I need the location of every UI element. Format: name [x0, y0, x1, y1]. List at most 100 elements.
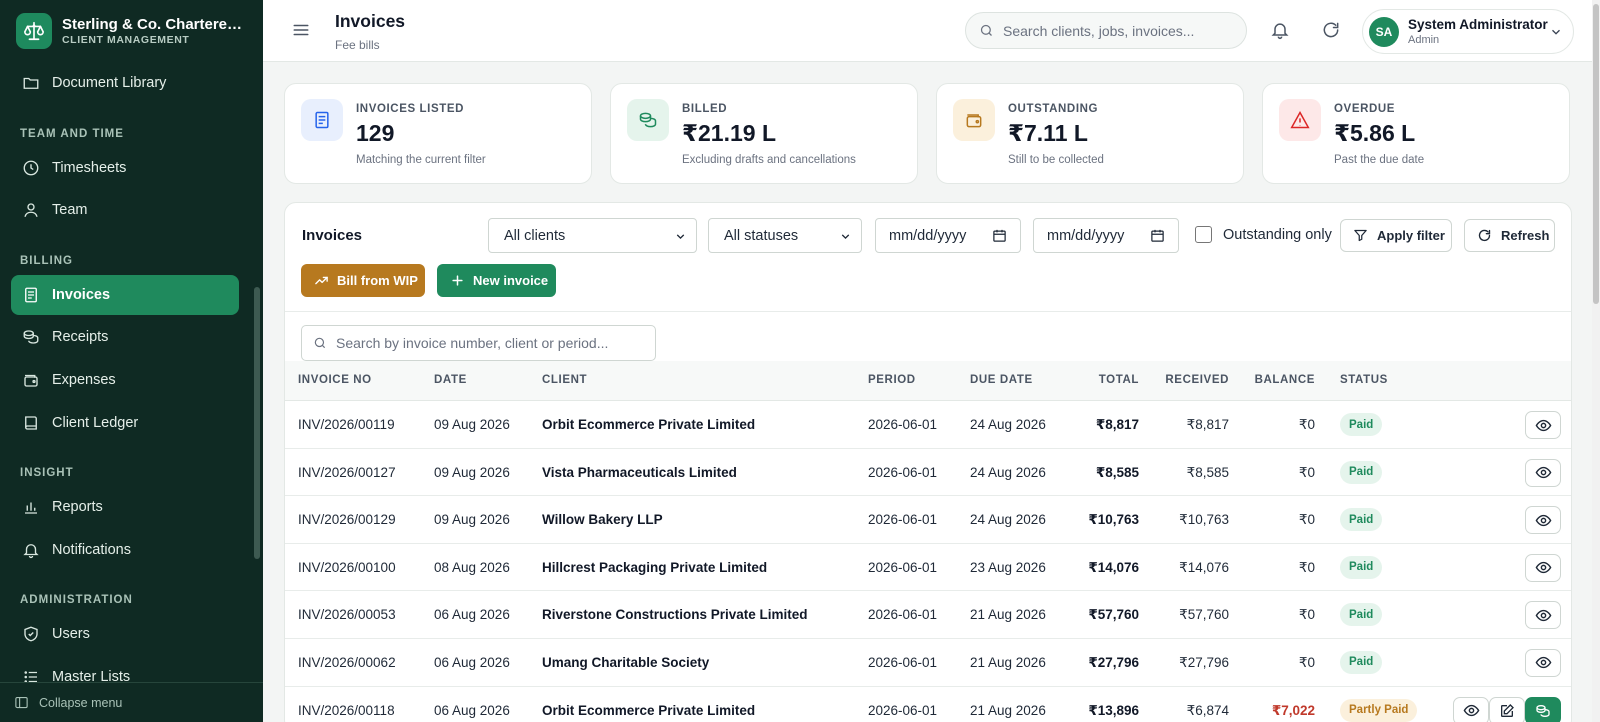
sidebar-item-reports[interactable]: Reports — [11, 487, 239, 527]
cell-due-date: 24 Aug 2026 — [970, 417, 1046, 432]
invoices-panel: Invoices All clients All statuses mm/dd/… — [284, 202, 1572, 722]
table-search-input[interactable] — [336, 335, 646, 351]
cell-invoice-no[interactable]: INV/2026/00118 — [298, 703, 395, 718]
cell-received: ₹6,874 — [1186, 702, 1229, 718]
column-header-due-date[interactable]: DUE DATE — [970, 374, 1033, 386]
bar-chart-icon — [22, 498, 40, 516]
cell-due-date: 21 Aug 2026 — [970, 654, 1046, 670]
edit-invoice-button[interactable] — [1489, 696, 1525, 722]
status-filter-select[interactable]: All statuses — [708, 218, 862, 253]
bill-from-wip-button[interactable]: Bill from WIP — [301, 264, 425, 297]
view-invoice-button[interactable] — [1525, 553, 1561, 582]
apply-filter-label: Apply filter — [1377, 228, 1445, 243]
cell-date: 08 Aug 2026 — [434, 559, 510, 575]
hamburger-menu-icon[interactable] — [292, 21, 310, 39]
table-row[interactable]: INV/2026/00053 06 Aug 2026 Riverstone Co… — [285, 591, 1571, 639]
sidebar-toggle-icon — [14, 695, 29, 710]
cell-received: ₹8,585 — [1186, 464, 1229, 480]
table-search[interactable] — [301, 325, 656, 361]
table-row[interactable]: INV/2026/00100 08 Aug 2026 Hillcrest Pac… — [285, 544, 1571, 592]
cell-total: ₹57,760 — [1088, 607, 1139, 623]
column-header-balance[interactable]: BALANCE — [1255, 374, 1315, 386]
cell-due-date: 24 Aug 2026 — [970, 464, 1046, 480]
sidebar-item-receipts[interactable]: Receipts — [11, 317, 239, 357]
column-header-received[interactable]: RECEIVED — [1165, 374, 1229, 386]
record-receipt-button[interactable] — [1525, 696, 1561, 722]
sidebar-item-invoices[interactable]: Invoices — [11, 274, 239, 315]
view-invoice-button[interactable] — [1525, 648, 1561, 677]
new-invoice-button[interactable]: New invoice — [437, 264, 556, 297]
search-icon — [979, 23, 994, 38]
status-badge: Paid — [1340, 508, 1383, 532]
user-menu[interactable]: SA System Administrator Admin — [1362, 9, 1574, 54]
sidebar-item-team[interactable]: Team — [11, 190, 239, 230]
cell-due-date: 23 Aug 2026 — [970, 559, 1046, 575]
refresh-button[interactable]: Refresh — [1464, 219, 1555, 252]
panel-title: Invoices — [302, 227, 363, 244]
coins-icon — [627, 99, 669, 141]
sidebar-scrollbar[interactable] — [254, 287, 260, 559]
sidebar-item-label: Invoices — [52, 286, 111, 303]
page-scrollbar-thumb[interactable] — [1593, 4, 1599, 304]
view-invoice-button[interactable] — [1525, 601, 1561, 630]
stat-note: Still to be collected — [1008, 154, 1104, 166]
column-header-client[interactable]: CLIENT — [542, 374, 587, 386]
view-invoice-button[interactable] — [1525, 411, 1561, 439]
table-row[interactable]: INV/2026/00062 06 Aug 2026 Umang Charita… — [285, 639, 1571, 687]
client-filter-select[interactable]: All clients — [488, 218, 697, 253]
calendar-icon[interactable] — [1150, 228, 1165, 243]
invoice-table-body: INV/2026/00119 09 Aug 2026 Orbit Ecommer… — [285, 401, 1571, 722]
outstanding-only-toggle[interactable]: Outstanding only — [1195, 226, 1332, 243]
global-search-input[interactable] — [1003, 22, 1223, 39]
brand[interactable]: Sterling & Co. Chartered ... CLIENT MANA… — [16, 12, 251, 50]
cell-period: 2026-06-01 — [868, 512, 938, 528]
user-name: System Administrator — [1408, 17, 1548, 32]
cell-invoice-no[interactable]: INV/2026/00129 — [298, 512, 396, 527]
cell-invoice-no[interactable]: INV/2026/00100 — [298, 560, 396, 575]
sidebar-item-users[interactable]: Users — [11, 614, 239, 654]
table-row[interactable]: INV/2026/00129 09 Aug 2026 Willow Bakery… — [285, 496, 1571, 544]
view-invoice-button[interactable] — [1453, 696, 1489, 722]
cell-period: 2026-06-01 — [868, 417, 938, 432]
cell-client: Orbit Ecommerce Private Limited — [542, 702, 756, 718]
sidebar-item-label: Timesheets — [52, 159, 127, 176]
outstanding-only-checkbox[interactable] — [1195, 226, 1212, 243]
global-search[interactable] — [965, 12, 1247, 49]
date-to-input[interactable]: mm/dd/yyyy — [1033, 218, 1179, 253]
sidebar-item-expenses[interactable]: Expenses — [11, 360, 239, 400]
cell-invoice-no[interactable]: INV/2026/00127 — [298, 465, 396, 480]
column-header-total[interactable]: TOTAL — [1099, 374, 1139, 386]
sidebar-item-document-library[interactable]: Document Library — [11, 63, 239, 103]
trending-up-icon — [314, 273, 329, 288]
sidebar-item-label: Expenses — [52, 371, 116, 388]
collapse-menu-button[interactable]: Collapse menu — [0, 682, 263, 722]
date-from-input[interactable]: mm/dd/yyyy — [875, 218, 1021, 253]
column-header-period[interactable]: PERIOD — [868, 374, 916, 386]
cell-client: Orbit Ecommerce Private Limited — [542, 417, 756, 432]
table-row[interactable]: INV/2026/00127 09 Aug 2026 Vista Pharmac… — [285, 449, 1571, 497]
sidebar-item-client-ledger[interactable]: Client Ledger — [11, 403, 239, 443]
sidebar-item-notifications[interactable]: Notifications — [11, 530, 239, 570]
column-header-date[interactable]: DATE — [434, 374, 467, 386]
calendar-icon[interactable] — [992, 228, 1007, 243]
sidebar-item-timesheets[interactable]: Timesheets — [11, 148, 239, 188]
cell-invoice-no[interactable]: INV/2026/00053 — [298, 607, 396, 622]
cell-invoice-no[interactable]: INV/2026/00119 — [298, 417, 395, 432]
column-header-invoice-no[interactable]: INVOICE NO — [298, 374, 372, 386]
chevron-down-icon — [674, 230, 687, 243]
view-invoice-button[interactable] — [1525, 458, 1561, 487]
cell-total: ₹27,796 — [1088, 654, 1139, 670]
table-row[interactable]: INV/2026/00118 06 Aug 2026 Orbit Ecommer… — [285, 687, 1571, 722]
view-invoice-button[interactable] — [1525, 506, 1561, 535]
refresh-icon[interactable] — [1321, 20, 1341, 40]
page-scrollbar[interactable] — [1592, 0, 1600, 722]
bell-icon[interactable] — [1270, 20, 1290, 40]
brand-subtitle: CLIENT MANAGEMENT — [62, 34, 190, 46]
table-row[interactable]: INV/2026/00119 09 Aug 2026 Orbit Ecommer… — [285, 401, 1571, 449]
column-header-status[interactable]: STATUS — [1340, 374, 1388, 386]
cell-received: ₹27,796 — [1179, 654, 1229, 670]
apply-filter-button[interactable]: Apply filter — [1340, 219, 1452, 252]
cell-total: ₹10,763 — [1088, 512, 1139, 528]
cell-invoice-no[interactable]: INV/2026/00062 — [298, 655, 396, 670]
cell-received: ₹8,817 — [1186, 417, 1229, 432]
